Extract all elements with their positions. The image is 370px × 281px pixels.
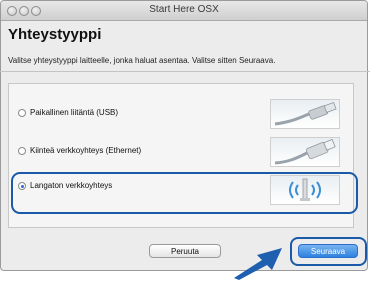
option-ethernet-label: Kiinteä verkkoyhteys (Ethernet) bbox=[30, 146, 142, 155]
cancel-button[interactable]: Peruuta bbox=[149, 244, 221, 258]
option-ethernet[interactable]: Kiinteä verkkoyhteys (Ethernet) bbox=[12, 137, 342, 167]
ethernet-cable-icon bbox=[270, 137, 340, 167]
instruction-text: Valitse yhteystyyppi laitteelle, jonka h… bbox=[8, 56, 276, 65]
option-usb[interactable]: Paikallinen liitäntä (USB) bbox=[12, 99, 342, 129]
next-button-highlight bbox=[290, 237, 367, 266]
option-usb-label: Paikallinen liitäntä (USB) bbox=[30, 108, 119, 117]
page-heading: Yhteystyyppi bbox=[8, 26, 102, 43]
title-bar: Start Here OSX bbox=[1, 1, 367, 21]
radio-usb[interactable] bbox=[18, 109, 26, 117]
usb-cable-icon bbox=[270, 99, 340, 129]
window-title: Start Here OSX bbox=[149, 4, 219, 15]
pointer-arrow-icon bbox=[234, 248, 282, 280]
divider bbox=[0, 71, 370, 72]
radio-ethernet[interactable] bbox=[18, 147, 26, 155]
wireless-option-highlight bbox=[11, 172, 358, 214]
